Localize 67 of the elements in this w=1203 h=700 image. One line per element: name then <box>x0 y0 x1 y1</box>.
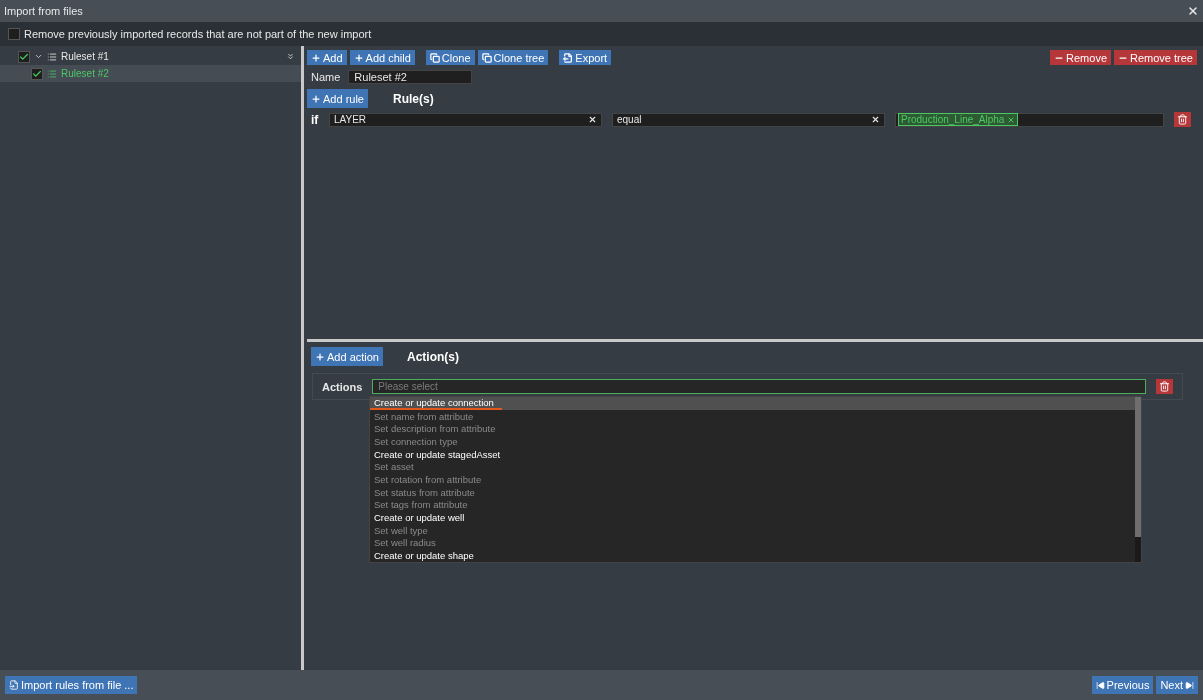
toolbar-button[interactable]: Remove tree <box>1114 50 1197 65</box>
plus-icon <box>311 93 321 104</box>
next-button[interactable]: Next <box>1156 676 1198 694</box>
dropdown-option[interactable]: Set status from attribute <box>370 485 1135 499</box>
tree-item-label: Ruleset #1 <box>61 51 109 62</box>
checkbox[interactable] <box>8 28 20 40</box>
tree-item-label: Ruleset #2 <box>61 68 109 79</box>
dropdown-option[interactable]: Set well type <box>370 523 1135 537</box>
delete-button[interactable] <box>1156 379 1173 394</box>
copy-icon <box>481 52 492 63</box>
dropdown-option[interactable]: Create or update connection <box>370 397 1135 410</box>
actions-select[interactable]: Please select <box>372 379 1146 394</box>
clear-icon[interactable] <box>871 115 880 124</box>
tree-item[interactable]: Ruleset #2 <box>0 65 301 82</box>
dropdown-option[interactable]: Create or update shape <box>370 549 1135 562</box>
section-heading: Rule(s) <box>393 91 434 106</box>
value-tag: Production_Line_Alpha <box>898 113 1019 126</box>
dropdown-option[interactable]: Set well radius <box>370 536 1135 550</box>
plus-icon <box>315 351 325 362</box>
toolbar-button[interactable]: Remove <box>1050 50 1111 65</box>
toolbar-button[interactable]: Export <box>559 50 612 65</box>
expand-icon[interactable] <box>34 52 43 61</box>
dropdown-option[interactable]: Set name from attribute <box>370 409 1135 423</box>
clear-icon[interactable] <box>588 115 597 124</box>
dropdown-option[interactable]: Set connection type <box>370 435 1135 448</box>
checkbox-label: Remove previously imported records that are not part of the new import <box>24 28 372 40</box>
window-title: Import from files <box>4 5 83 17</box>
previous-icon <box>1095 680 1105 690</box>
section-heading: Action(s) <box>407 349 459 364</box>
toolbar-button[interactable]: Add <box>307 50 347 65</box>
checkbox[interactable] <box>18 50 30 63</box>
dropdown-option[interactable]: Set description from attribute <box>370 422 1135 436</box>
plus-icon <box>353 52 364 63</box>
export-icon <box>563 52 574 63</box>
add-action-button[interactable]: Add action <box>311 347 383 366</box>
plus-icon <box>311 52 321 63</box>
delete-button[interactable] <box>1174 112 1191 127</box>
dropdown-option[interactable]: Set asset <box>370 460 1135 474</box>
previous-button[interactable]: Previous <box>1091 676 1154 694</box>
name-label: Name <box>311 71 341 83</box>
dropdown-option[interactable]: Set rotation from attribute <box>370 473 1135 486</box>
attribute-field[interactable]: LAYER <box>329 112 602 127</box>
dropdown-option[interactable]: Create or update well <box>370 511 1135 524</box>
trash-icon <box>1159 381 1170 392</box>
import-button[interactable]: Import rules from file ... <box>5 676 138 694</box>
name-field[interactable]: Ruleset #2 <box>348 70 473 84</box>
copy-icon <box>429 52 440 63</box>
list-icon <box>47 51 57 62</box>
list-icon <box>47 68 57 79</box>
next-icon <box>1185 680 1194 690</box>
add-rule-button[interactable]: Add rule <box>307 89 368 108</box>
close-icon[interactable] <box>1187 5 1199 17</box>
file-icon <box>9 680 19 690</box>
checkbox[interactable] <box>31 67 43 80</box>
dropdown-option[interactable]: Set tags from attribute <box>370 498 1135 512</box>
toolbar-button[interactable]: Add child <box>349 50 415 65</box>
value-field[interactable]: Production_Line_Alpha <box>895 112 1164 127</box>
toolbar-button[interactable]: Clone tree <box>477 50 549 65</box>
operator-field[interactable]: equal <box>612 112 885 127</box>
dropdown-option[interactable]: Create or update stagedAsset <box>370 447 1135 461</box>
rule-keyword: if <box>311 112 319 127</box>
trash-icon <box>1177 114 1188 125</box>
toolbar-button[interactable]: Clone <box>425 50 475 65</box>
collapse-icon[interactable] <box>286 52 295 61</box>
scrollbar[interactable] <box>1135 397 1141 562</box>
actions-label: Actions <box>322 380 363 393</box>
remove-tag-icon[interactable] <box>1007 115 1016 124</box>
